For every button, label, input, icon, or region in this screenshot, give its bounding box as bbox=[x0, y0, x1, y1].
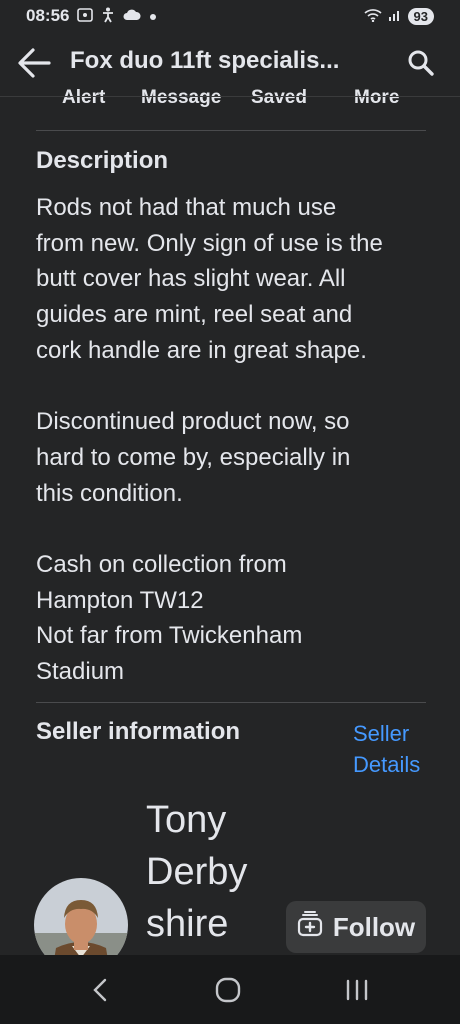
seller-info-heading: Seller information bbox=[36, 718, 241, 745]
seller-name[interactable]: Tony Derby shire bbox=[146, 794, 247, 950]
dot-icon bbox=[149, 8, 157, 24]
seller-name-line: Tony bbox=[146, 799, 227, 841]
more-button[interactable]: More bbox=[354, 87, 399, 109]
follow-button[interactable]: Follow bbox=[286, 901, 426, 953]
description-line: Rods not had that much use bbox=[36, 194, 337, 221]
seller-details-line: Details bbox=[353, 752, 421, 777]
seller-details-link[interactable]: Seller Details bbox=[353, 718, 420, 780]
saved-button[interactable]: Saved bbox=[251, 87, 307, 109]
description-line: guides are mint, reel seat and bbox=[36, 301, 353, 329]
description-line: hard to come by, especially in bbox=[36, 443, 351, 471]
description-line: Not far from Twickenham bbox=[36, 622, 303, 650]
add-to-inbox-icon bbox=[297, 910, 323, 944]
description-line: Hampton TW12 bbox=[36, 586, 204, 614]
description-heading: Description bbox=[36, 147, 169, 174]
seller-name-line: shire bbox=[146, 903, 229, 945]
status-left: 08:56 bbox=[26, 6, 157, 26]
description-line: Stadium bbox=[36, 658, 125, 686]
action-buttons-row: Alert Message Saved More bbox=[36, 87, 426, 109]
search-icon[interactable] bbox=[406, 48, 436, 78]
message-button[interactable]: Message bbox=[141, 87, 221, 109]
cloud-icon bbox=[123, 8, 142, 24]
seller-name-line: Derby bbox=[146, 851, 248, 893]
description-line bbox=[36, 369, 436, 405]
alert-button[interactable]: Alert bbox=[62, 87, 105, 109]
description-line: Cash on collection from bbox=[36, 551, 287, 579]
nav-back-icon[interactable] bbox=[86, 975, 116, 1005]
status-right: 93 bbox=[363, 7, 434, 25]
battery-indicator: 93 bbox=[407, 7, 434, 25]
system-nav-bar bbox=[0, 955, 460, 1024]
nav-recents-icon[interactable] bbox=[342, 975, 372, 1005]
description-line: this condition. bbox=[36, 479, 183, 507]
description-line: Discontinued product now, so bbox=[36, 408, 350, 436]
header-divider bbox=[0, 96, 460, 97]
accessibility-icon bbox=[101, 7, 115, 26]
signal-icon bbox=[388, 8, 402, 25]
divider bbox=[36, 130, 426, 131]
nav-home-icon[interactable] bbox=[213, 975, 243, 1005]
app-bar: Fox duo 11ft specialis... bbox=[0, 32, 460, 94]
seller-details-line: Seller bbox=[353, 721, 410, 746]
screenshot-icon bbox=[77, 7, 94, 25]
divider bbox=[36, 702, 426, 703]
page-title: Fox duo 11ft specialis... bbox=[70, 47, 340, 74]
wifi-icon bbox=[363, 8, 382, 25]
description-line: cork handle are in great shape. bbox=[36, 336, 367, 364]
follow-label: Follow bbox=[332, 911, 416, 942]
back-arrow-icon[interactable] bbox=[16, 44, 54, 82]
status-bar: 08:56 93 bbox=[0, 0, 460, 32]
description-line: butt cover has slight wear. All bbox=[36, 265, 346, 293]
description-text: Rods not had that much use from new. Onl… bbox=[36, 190, 436, 690]
clock: 08:56 bbox=[26, 6, 70, 25]
description-line: from new. Only sign of use is the bbox=[36, 229, 383, 257]
description-line bbox=[36, 511, 436, 547]
